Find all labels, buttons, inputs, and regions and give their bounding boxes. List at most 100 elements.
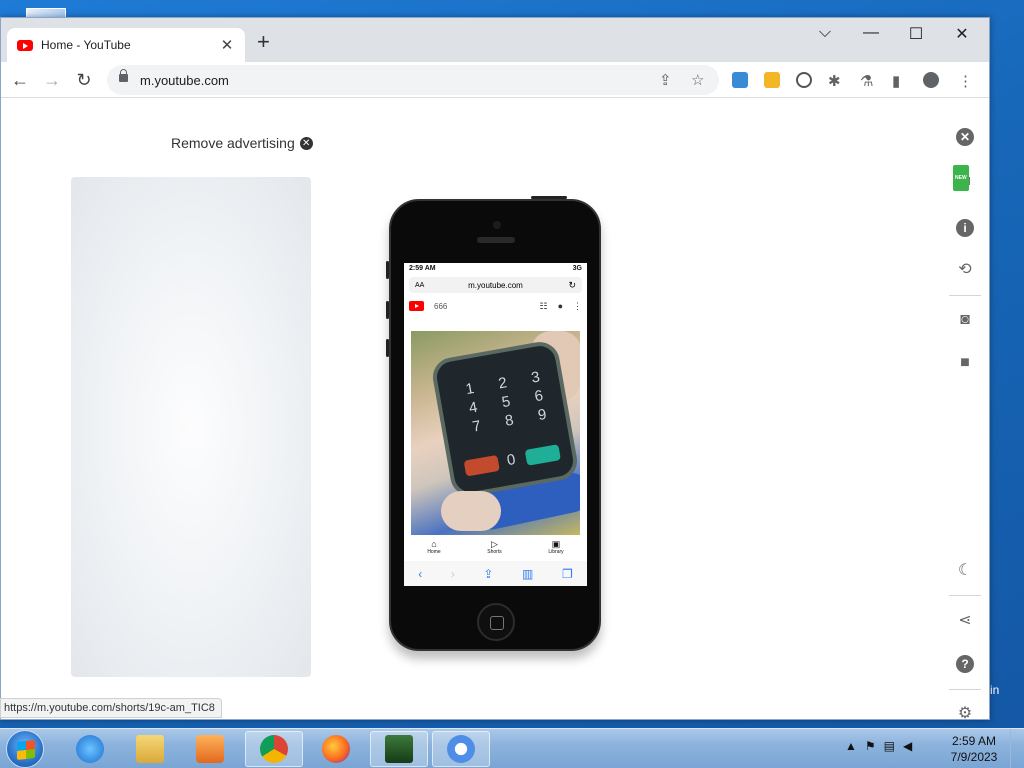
mobile-reload-icon[interactable]: ↻ — [568, 280, 576, 291]
taskbar-media-player[interactable] — [181, 731, 239, 767]
mobile-address-url[interactable]: m.youtube.com — [468, 281, 523, 290]
info-button[interactable]: i — [953, 216, 977, 240]
iphone-emulator: 2:59 AM 3G AA m.youtube.com ↻ 666 ☷ ● ⋮ — [386, 196, 601, 651]
start-button[interactable] — [6, 730, 44, 768]
taskbar-firefox[interactable] — [307, 731, 365, 767]
browser-toolbar: ← → ↻ m.youtube.com ⇪ ☆ ✱ ⚗ ▮ ⋮ — [1, 62, 989, 98]
tab-home[interactable]: ⌂ Home — [427, 535, 440, 561]
video-smartwatch: 1 2 3 4 5 6 7 8 9 0 — [429, 338, 580, 500]
front-camera — [493, 221, 501, 229]
phone-power-button — [531, 196, 567, 199]
taskbar-chrome[interactable] — [245, 731, 303, 767]
close-emulator-button[interactable]: ✕ — [953, 125, 977, 149]
clock-date: 7/9/2023 — [950, 750, 998, 764]
phone-screen[interactable]: 2:59 AM 3G AA m.youtube.com ↻ 666 ☷ ● ⋮ — [404, 263, 587, 586]
show-desktop-button[interactable] — [1010, 729, 1024, 768]
more-options-icon[interactable]: ⋮ — [573, 301, 582, 312]
system-tray: ▲ ⚑ ▤ ◀ — [845, 739, 912, 753]
video-camera-icon: ■ — [960, 354, 970, 371]
menu-kebab-icon[interactable]: ⋮ — [958, 72, 973, 90]
taskbar-chromium[interactable] — [432, 731, 490, 767]
safari-back-icon[interactable]: ‹ — [418, 567, 422, 581]
chromium-icon — [447, 735, 475, 763]
taskbar-terminal[interactable] — [370, 731, 428, 767]
filter-icon[interactable]: ☷ — [539, 301, 547, 312]
address-bar[interactable]: m.youtube.com ⇪ ☆ — [107, 65, 719, 95]
remove-advertising-label: Remove advertising — [171, 135, 295, 151]
ad-placeholder — [71, 177, 311, 677]
forward-button[interactable]: → — [41, 69, 63, 91]
tab-shorts[interactable]: ▷ Shorts — [487, 535, 501, 561]
bookmark-star-icon[interactable]: ☆ — [691, 71, 704, 89]
extensions-puzzle-icon[interactable]: ✱ — [828, 72, 841, 90]
share-icon[interactable]: ⇪ — [659, 71, 672, 89]
taskbar-clock[interactable]: 2:59 AM 7/9/2023 — [944, 733, 1004, 765]
close-circle-icon: ✕ — [956, 128, 974, 146]
device-select-button[interactable]: NEW ⧉ — [953, 165, 977, 193]
network-icon[interactable]: ▤ — [884, 739, 895, 753]
microphone-icon[interactable]: ● — [558, 301, 563, 311]
video-cancel-key — [463, 454, 500, 477]
reload-button[interactable]: ↻ — [73, 69, 95, 91]
new-tab-button[interactable]: + — [257, 31, 270, 53]
text-size-button[interactable]: AA — [415, 282, 424, 289]
clock-time: 2:59 AM — [951, 734, 997, 748]
safari-bookmarks-icon[interactable]: ▥ — [522, 567, 533, 581]
phone-status-time: 2:59 AM — [409, 265, 436, 272]
tab-youtube[interactable]: Home - YouTube ✕ — [7, 28, 245, 62]
shorts-icon: ▷ — [491, 539, 498, 549]
back-button[interactable]: ← — [9, 69, 31, 91]
close-window-button[interactable]: ✕ — [947, 24, 977, 44]
youtube-bottom-nav: ⌂ Home ▷ Shorts ▣ Library — [404, 535, 587, 561]
dark-mode-button[interactable]: ☾ — [953, 559, 977, 583]
labs-flask-icon[interactable]: ⚗ — [860, 72, 873, 90]
maximize-button[interactable]: ☐ — [901, 24, 931, 44]
mobile-address-bar[interactable]: AA m.youtube.com ↻ — [409, 277, 582, 293]
tab-close-button[interactable]: ✕ — [219, 36, 235, 54]
video-call-key — [524, 444, 561, 466]
rotate-button[interactable]: ⟲ — [953, 258, 977, 282]
minimize-button[interactable]: — — [856, 24, 886, 42]
settings-button[interactable]: ⚙ — [953, 702, 977, 720]
action-center-flag-icon[interactable]: ⚑ — [865, 739, 876, 753]
safari-tabs-icon[interactable]: ❐ — [562, 567, 573, 581]
phone-status-network: 3G — [572, 265, 582, 272]
extension-block-icon[interactable] — [796, 72, 812, 88]
tab-home-label: Home — [427, 549, 441, 555]
phone-home-button[interactable] — [477, 603, 515, 641]
folder-icon — [136, 735, 164, 763]
chrome-window: Home - YouTube ✕ + ⌵ — ☐ ✕ ← → ↻ m.youtu… — [0, 17, 990, 720]
desktop-icon-label-partial: in — [990, 683, 1000, 697]
remove-advertising-link[interactable]: Remove advertising ✕ — [171, 135, 313, 151]
side-panel-icon[interactable]: ▮ — [892, 72, 900, 90]
page-content: Remove advertising ✕ 2:59 AM 3G AA m.you… — [1, 99, 989, 720]
tab-shorts-label: Shorts — [487, 549, 502, 555]
youtube-header: 666 ☷ ● ⋮ — [404, 295, 587, 317]
sidebar-divider — [949, 295, 981, 296]
gear-icon: ⚙ — [957, 705, 973, 720]
volume-muted-icon[interactable]: ◀ — [903, 739, 912, 753]
taskbar-ie[interactable] — [61, 731, 119, 767]
close-circle-icon[interactable]: ✕ — [299, 136, 313, 150]
youtube-logo-icon[interactable] — [409, 301, 424, 311]
link-status-bubble: https://m.youtube.com/shorts/19c-am_TIC8 — [0, 698, 222, 718]
extension-video-icon[interactable] — [732, 72, 748, 88]
address-url[interactable]: m.youtube.com — [140, 73, 229, 88]
phone-status-bar: 2:59 AM 3G — [404, 263, 587, 275]
record-video-button[interactable]: ■ — [953, 351, 977, 375]
tab-library[interactable]: ▣ Library — [548, 535, 563, 561]
lock-icon[interactable] — [119, 69, 128, 82]
youtube-search-query[interactable]: 666 — [434, 302, 529, 311]
tray-expand-icon[interactable]: ▲ — [845, 739, 857, 753]
shorts-video-thumbnail[interactable]: 1 2 3 4 5 6 7 8 9 0 — [411, 331, 580, 535]
profile-avatar-icon[interactable] — [923, 72, 939, 88]
taskbar-explorer[interactable] — [121, 731, 179, 767]
tab-search-dropdown-button[interactable]: ⌵ — [810, 24, 840, 42]
extension-folder-icon[interactable] — [764, 72, 780, 88]
help-button[interactable]: ? — [953, 652, 977, 676]
safari-forward-icon[interactable]: › — [451, 567, 455, 581]
share-button[interactable]: ⋖ — [953, 609, 977, 633]
safari-share-icon[interactable]: ⇪ — [483, 567, 493, 581]
earpiece-speaker — [477, 237, 515, 243]
screenshot-button[interactable]: ◙ — [953, 308, 977, 332]
